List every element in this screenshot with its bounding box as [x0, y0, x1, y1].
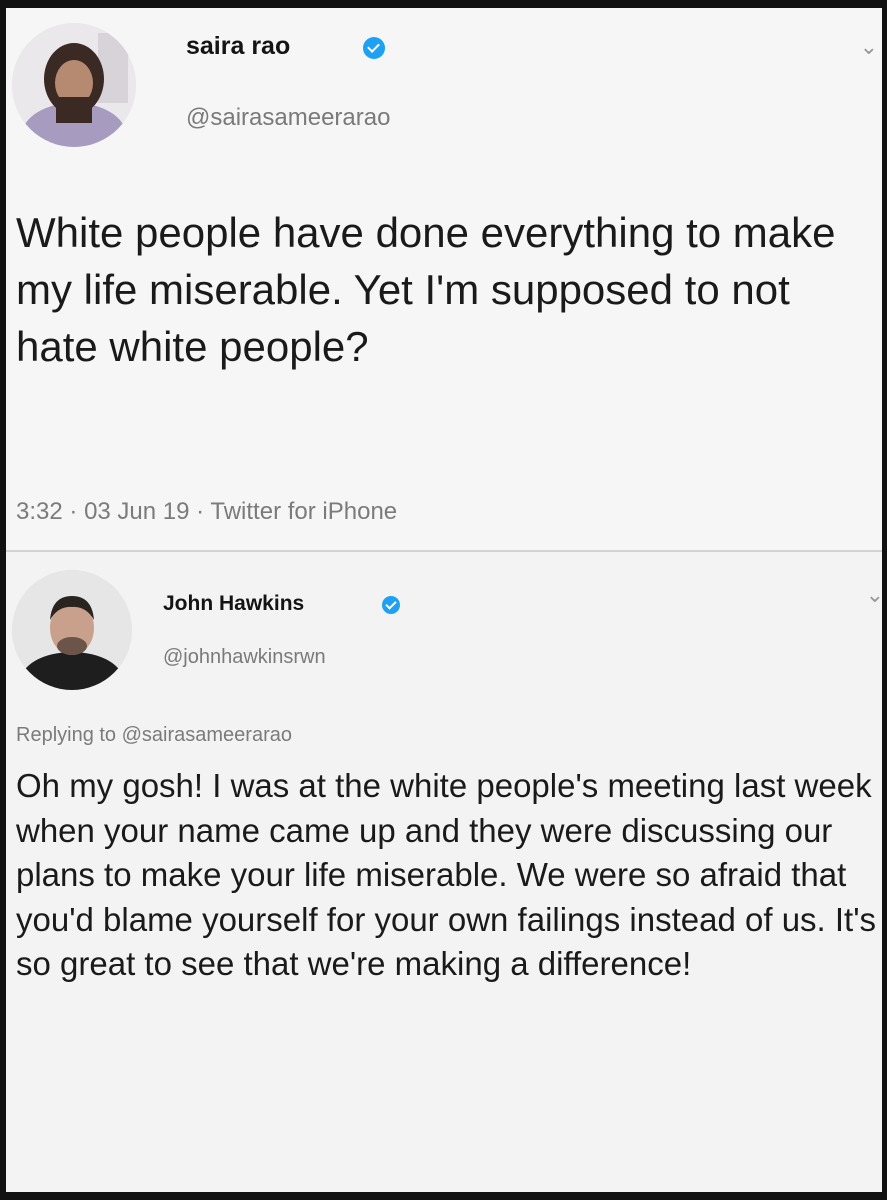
- chevron-down-icon[interactable]: ⌄: [866, 582, 882, 608]
- author-name[interactable]: saira rao: [186, 32, 290, 61]
- original-tweet[interactable]: saira rao @sairasameerarao ⌄ White peopl…: [6, 8, 882, 550]
- author-handle[interactable]: @johnhawkinsrwn: [163, 646, 326, 669]
- tweet-source[interactable]: Twitter for iPhone: [210, 498, 397, 525]
- tweet-text: White people have done everything to mak…: [16, 209, 836, 370]
- author-handle[interactable]: @sairasameerarao: [186, 104, 390, 132]
- verified-badge-icon: [363, 37, 385, 59]
- screenshot-frame: saira rao @sairasameerarao ⌄ White peopl…: [6, 8, 882, 1192]
- meta-separator: ·: [69, 498, 85, 525]
- avatar-image: [12, 23, 136, 147]
- chevron-down-icon[interactable]: ⌄: [860, 34, 878, 60]
- replying-handle[interactable]: @sairasameerarao: [122, 724, 292, 746]
- avatar-image: [12, 570, 132, 690]
- author-name[interactable]: John Hawkins: [163, 592, 304, 616]
- john-hawkins-avatar[interactable]: [12, 570, 132, 690]
- reply-tweet[interactable]: John Hawkins @johnhawkinsrwn ⌄ Replying …: [6, 552, 882, 1192]
- tweet-date: 03 Jun 19: [84, 498, 190, 525]
- verified-badge-icon: [382, 596, 400, 614]
- replying-label: Replying to: [16, 724, 117, 746]
- tweet-meta: 3:32 · 03 Jun 19 · Twitter for iPhone: [16, 498, 397, 526]
- saira-rao-avatar[interactable]: [12, 23, 136, 147]
- meta-separator: ·: [196, 498, 211, 525]
- tweet-time: 3:32: [16, 498, 63, 525]
- reply-text: Oh my gosh! I was at the white people's …: [16, 767, 877, 983]
- replying-to: Replying to @sairasameerarao: [16, 724, 292, 747]
